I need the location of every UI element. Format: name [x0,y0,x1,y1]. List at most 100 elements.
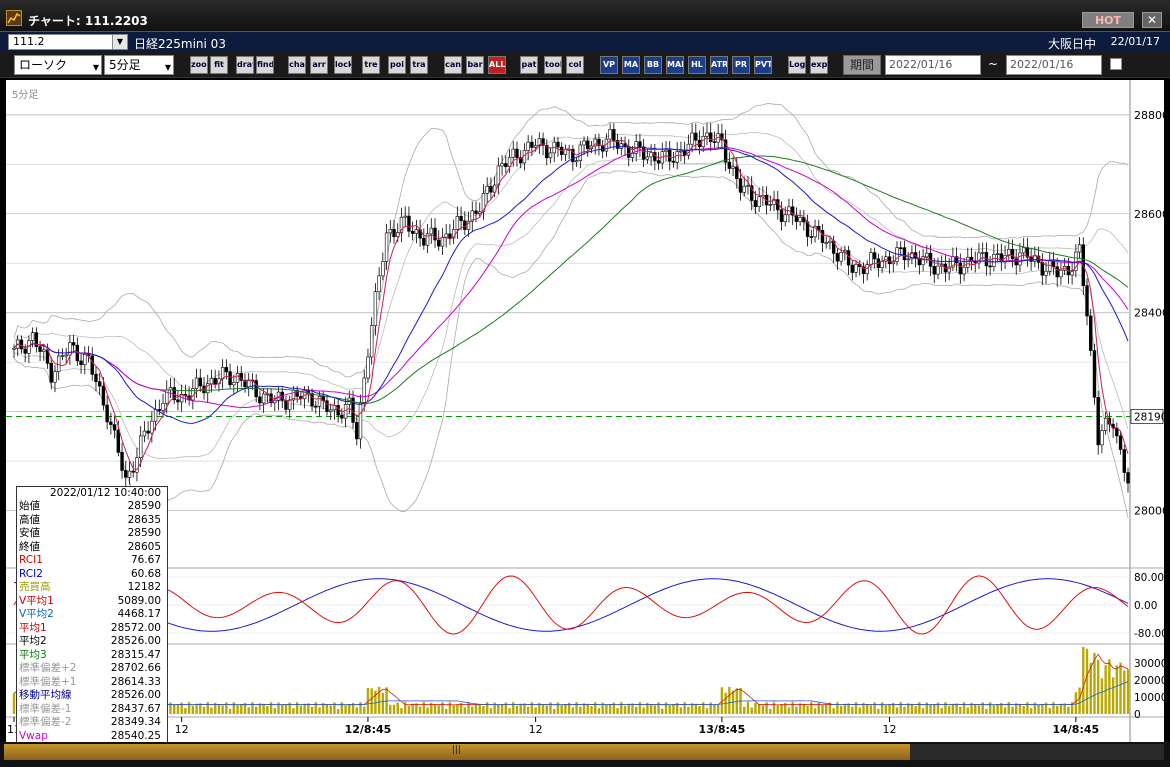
volume-bar [426,707,429,714]
toolbar-bb-button[interactable]: BB [644,56,662,74]
time-scrollbar[interactable]: ||| [0,742,1170,767]
volume-bar [191,706,195,714]
x-tick-label: 12 [529,723,543,736]
candle-body [355,422,359,440]
toolbar-export-button[interactable]: exp [810,56,828,74]
toolbar-lock-button[interactable]: lock [334,56,352,74]
chart-type-value: ローソク [19,58,68,72]
candle-body [153,409,158,422]
data-window-value: 28437.67 [110,702,161,715]
candle-body [709,132,713,142]
volume-bar [202,706,206,714]
toolbar-pr-ra-button[interactable]: PR [732,56,750,74]
toolbar-draw-button[interactable]: draw [236,56,254,74]
candle-body [679,150,683,153]
toolbar-candle-button[interactable]: can [444,56,462,74]
period-button[interactable]: 期間 [843,55,881,75]
date-to-input[interactable]: 2022/01/16 [1006,55,1102,75]
toolbar-mae-button[interactable]: MAE [666,56,684,74]
toolbar-all-button[interactable]: ALL [488,56,506,74]
volume-bar [1108,659,1111,714]
toolbar-fit-button[interactable]: fit [210,56,228,74]
volume-bar [281,704,284,714]
date-checkbox[interactable] [1110,58,1122,70]
toolbar-pattern-button[interactable]: pat [520,56,538,74]
toolbar-chart-button[interactable]: cha [288,56,306,74]
candle-body [325,400,329,412]
volume-bar [880,702,884,714]
candle-body [511,148,515,158]
volume-bar [698,706,701,714]
volume-bar [389,704,392,714]
volume-bar [623,706,627,714]
scroll-grip-icon[interactable]: ||| [452,745,461,755]
volume-bar [1018,703,1022,714]
candle-body [198,377,202,387]
volume-bar [851,706,854,714]
toolbar-find-button[interactable]: find [256,56,274,74]
volume-bar [895,707,899,714]
chart-svg[interactable]: 28000 28400 28600 28800 28190 80.00 0.00 -80.00… [6,80,1164,742]
volume-bar [627,703,630,714]
volume-bar [251,702,254,714]
chart-type-select[interactable]: ローソク ▼ [14,55,102,75]
volume-bar [750,707,753,714]
volume-bar [221,705,224,714]
candle-body [209,378,214,385]
toolbar-atr-button[interactable]: ATR [710,56,728,74]
candle-body [176,399,180,403]
candle-body [1089,315,1093,351]
symbol-dropdown-icon[interactable]: ▼ [112,34,128,50]
date-from-input[interactable]: 2022/01/16 [885,55,981,75]
toolbar-trend-button[interactable]: tre [362,56,380,74]
interval-select[interactable]: 5分足 ▼ [104,55,174,75]
close-button[interactable]: ✕ [1142,12,1162,28]
x-tick-label: 13/8:45 [699,723,746,736]
volume-bar [694,703,698,714]
volume-bar [966,707,969,714]
toolbar-ma-button[interactable]: MA [622,56,640,74]
volume-bar [813,708,817,714]
candle-body [988,265,992,268]
volume-bar [757,704,761,714]
toolbar-hl-button[interactable]: HL [688,56,706,74]
volume-tick-label: 30000 [1134,658,1164,670]
volume-bar [363,706,366,714]
candle-body [310,393,314,407]
symbol-code-input[interactable]: 111.2 [8,34,120,50]
toolbar-zoom-button[interactable]: zoom [190,56,208,74]
volume-bar [940,708,943,714]
volume-bar [1082,646,1085,714]
candle-body [232,382,236,386]
toolbar-vp-button[interactable]: VP [600,56,618,74]
toolbar-pvt-button[interactable]: PVT [754,56,772,74]
candle-body [317,396,322,407]
toolbar-pointer-button[interactable]: poi [388,56,406,74]
x-tick-label: 12 [883,723,897,736]
toolbar-log-button[interactable]: Log [788,56,806,74]
hot-button[interactable]: HOT [1082,12,1134,28]
volume-bar [467,702,470,714]
candle-body [105,404,109,423]
volume-bar [303,703,306,714]
candle-body [1077,244,1082,253]
volume-bar [672,704,675,714]
toolbar-bar-button[interactable]: bar [466,56,484,74]
volume-bar [1074,692,1078,714]
candle-body [712,141,717,143]
candle-body [38,346,42,352]
candle-body [1021,247,1026,254]
chart-area[interactable]: 28000 28400 28600 28800 28190 80.00 0.00 -80.00… [6,80,1164,744]
candle-body [42,349,46,352]
toolbar-tool-button[interactable]: tool [544,56,562,74]
data-window-label: V平均2 [19,608,54,620]
candle-body [440,237,445,247]
candle-body [906,258,910,261]
toolbar-arrange-button[interactable]: arr [310,56,328,74]
volume-bar [485,702,489,714]
volume-bar [482,706,485,714]
toolbar-trace-button[interactable]: tra [410,56,428,74]
volume-bar [865,704,869,714]
candle-body [455,215,460,230]
toolbar-color-button[interactable]: col [566,56,584,74]
